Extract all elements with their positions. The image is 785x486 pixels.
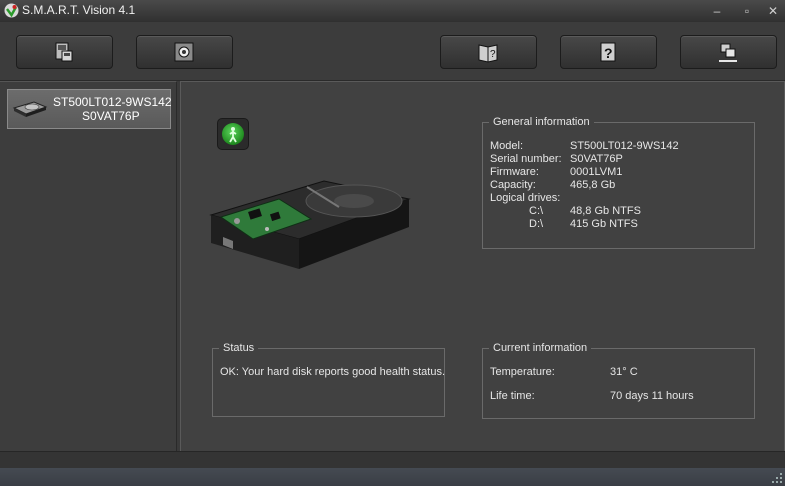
general-information-group: General information Model: ST500LT012-9W… <box>482 115 755 249</box>
drive-info: 415 Gb NTFS <box>570 218 638 230</box>
temperature-label: Temperature: <box>490 366 555 378</box>
disk-list-panel: ST500LT012-9WS142 S0VAT76P <box>0 81 177 452</box>
drive-letter: C:\ <box>529 205 544 217</box>
temperature-value: 31° C <box>610 366 638 378</box>
svg-text:?: ? <box>490 49 496 60</box>
disk-list-item[interactable]: ST500LT012-9WS142 S0VAT76P <box>7 89 172 129</box>
window-title: S.M.A.R.T. Vision 4.1 <box>22 3 136 17</box>
bottom-bar <box>0 451 785 469</box>
disk-report-icon <box>55 42 73 62</box>
maximize-window-icon[interactable]: ▫ <box>734 2 760 20</box>
disk-model-label: ST500LT012-9WS142 <box>53 95 172 109</box>
status-text: OK: Your hard disk reports good health s… <box>220 366 446 378</box>
life-time-label: Life time: <box>490 390 535 402</box>
minimize-to-tray-button[interactable] <box>680 35 777 69</box>
life-time-value: 70 days 11 hours <box>610 390 694 402</box>
drive-info: 48,8 Gb NTFS <box>570 205 641 217</box>
status-bar <box>0 468 785 486</box>
settings-button[interactable] <box>136 35 233 69</box>
svg-text:?: ? <box>604 45 613 61</box>
disk-details-panel: General information Model: ST500LT012-9W… <box>180 81 785 453</box>
capacity-label: Capacity: <box>490 179 536 191</box>
disk-report-button[interactable] <box>16 35 113 69</box>
title-bar: S.M.A.R.T. Vision 4.1 ‒ ▫ ✕ <box>0 0 785 23</box>
serial-number-value: S0VAT76P <box>570 153 623 165</box>
about-help-button[interactable]: ? <box>560 35 657 69</box>
health-indicator <box>217 118 249 150</box>
minimize-to-tray-icon <box>719 43 737 62</box>
minimize-window-icon[interactable]: ‒ <box>704 2 730 20</box>
current-information-group: Current information Temperature: 31° C L… <box>482 341 755 419</box>
status-group: Status OK: Your hard disk reports good h… <box>212 341 446 417</box>
hard-drive-image <box>209 180 411 269</box>
model-label: Model: <box>490 140 524 152</box>
capacity-value: 465,8 Gb <box>570 179 616 191</box>
app-logo-icon <box>4 3 19 18</box>
help-book-button[interactable]: ? <box>440 35 537 69</box>
logical-drives-label: Logical drives: <box>490 192 561 204</box>
resize-grip-icon[interactable] <box>772 473 782 483</box>
help-question-icon: ? <box>600 42 616 62</box>
hard-drive-icon <box>12 101 48 117</box>
current-information-legend: Current information <box>489 341 592 355</box>
help-book-icon: ? <box>478 44 498 63</box>
disk-serial-label: S0VAT76P <box>82 109 140 123</box>
settings-gear-icon <box>174 42 194 62</box>
drive-letter: D:\ <box>529 218 544 230</box>
health-ok-icon <box>222 123 244 145</box>
serial-number-label: Serial number: <box>490 153 562 165</box>
status-legend: Status <box>219 341 259 355</box>
general-information-legend: General information <box>489 115 594 129</box>
toolbar: ? ? <box>0 22 785 81</box>
model-value: ST500LT012-9WS142 <box>570 140 679 152</box>
firmware-label: Firmware: <box>490 166 539 178</box>
firmware-value: 0001LVM1 <box>570 166 623 178</box>
close-window-icon[interactable]: ✕ <box>760 2 785 20</box>
